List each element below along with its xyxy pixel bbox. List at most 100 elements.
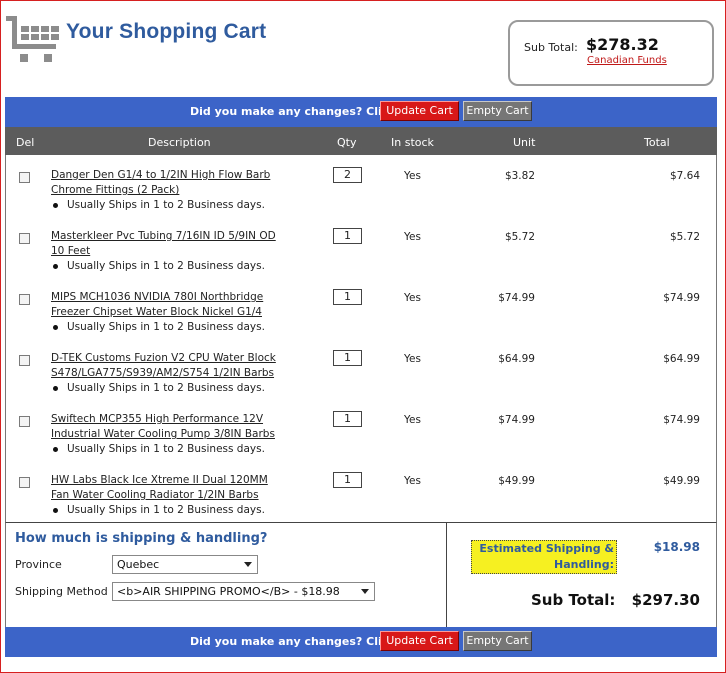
unit-price: $3.82 [504,170,535,182]
quantity-input[interactable]: 1 [333,228,362,244]
empty-cart-button[interactable]: Empty Cart [463,101,532,121]
item-description-link[interactable]: HW Labs Black Ice Xtreme II Dual 120MM Fa… [51,473,306,503]
delete-checkbox[interactable] [19,294,30,305]
table-row: HW Labs Black Ice Xtreme II Dual 120MM Fa… [5,466,717,527]
update-bar-top: Did you make any changes? Click Update C… [5,97,717,127]
bullet-icon [53,263,58,269]
ship-note: Usually Ships in 1 to 2 Business days. [53,382,265,394]
subtotal-value: $278.32 [586,35,659,54]
estimated-shipping-label: Estimated Shipping & Handling: [471,540,617,574]
chevron-down-icon [244,562,252,567]
shipping-method-label: Shipping Method [15,585,108,598]
quantity-input[interactable]: 1 [333,472,362,488]
item-description-link[interactable]: Masterkleer Pvc Tubing 7/16IN ID 5/9IN O… [51,229,306,259]
bullet-icon [53,385,58,391]
unit-price: $74.99 [498,292,535,304]
line-total: $64.99 [663,353,700,365]
ship-note-text: Usually Ships in 1 to 2 Business days. [67,260,265,272]
shipping-title: How much is shipping & handling? [15,531,268,546]
ship-note-text: Usually Ships in 1 to 2 Business days. [67,199,265,211]
table-row: Danger Den G1/4 to 1/2IN High Flow Barb C… [5,161,717,222]
delete-checkbox[interactable] [19,477,30,488]
ship-note-text: Usually Ships in 1 to 2 Business days. [67,321,265,333]
unit-price: $49.99 [498,475,535,487]
section-divider [446,522,447,627]
instock-value: Yes [404,231,421,243]
province-label: Province [15,558,62,571]
update-cart-button[interactable]: Update Cart [380,631,459,651]
table-row: MIPS MCH1036 NVIDIA 780I Northbridge Free… [5,283,717,344]
grand-subtotal-value: $297.30 [631,591,700,609]
empty-cart-button[interactable]: Empty Cart [463,631,532,651]
ship-note-text: Usually Ships in 1 to 2 Business days. [67,382,265,394]
ship-note: Usually Ships in 1 to 2 Business days. [53,321,265,333]
item-description-link[interactable]: Swiftech MCP355 High Performance 12V Indu… [51,412,306,442]
item-description-link[interactable]: Danger Den G1/4 to 1/2IN High Flow Barb C… [51,168,306,198]
item-desc-line1: MIPS MCH1036 NVIDIA 780I Northbridge [51,291,264,303]
item-desc-line2: Fan Water Cooling Radiator 1/2IN Barbs [51,489,259,501]
canadian-funds-link[interactable]: Canadian Funds [587,55,667,66]
delete-checkbox[interactable] [19,172,30,183]
bullet-icon [53,324,58,330]
ship-note: Usually Ships in 1 to 2 Business days. [53,443,265,455]
line-total: $74.99 [663,292,700,304]
item-desc-line1: Danger Den G1/4 to 1/2IN High Flow Barb [51,169,271,181]
update-bar-prompt: Did you make any changes? Click [190,105,396,118]
table-header: Del Description Qty In stock Unit Total [5,127,717,155]
line-total: $49.99 [663,475,700,487]
shipping-method-select[interactable]: <b>AIR SHIPPING PROMO</B> - $18.98 [112,582,375,601]
shopping-cart-icon [6,16,59,62]
bullet-icon [53,446,58,452]
instock-value: Yes [404,292,421,304]
line-total: $74.99 [663,414,700,426]
ship-note: Usually Ships in 1 to 2 Business days. [53,199,265,211]
header-unit: Unit [513,136,536,149]
line-total: $5.72 [669,231,700,243]
table-row: Masterkleer Pvc Tubing 7/16IN ID 5/9IN O… [5,222,717,283]
update-bar-prompt: Did you make any changes? Click [190,635,396,648]
header-description: Description [148,136,211,149]
ship-note-text: Usually Ships in 1 to 2 Business days. [67,443,265,455]
instock-value: Yes [404,414,421,426]
unit-price: $64.99 [498,353,535,365]
subtotal-label: Sub Total: [524,41,578,54]
shipping-method-value: <b>AIR SHIPPING PROMO</B> - $18.98 [117,585,340,598]
estimate-line1: Estimated Shipping & [479,542,614,555]
unit-price: $5.72 [504,231,535,243]
item-description-link[interactable]: D-TEK Customs Fuzion V2 CPU Water Block S… [51,351,306,381]
province-select-value: Quebec [117,558,160,571]
item-desc-line1: HW Labs Black Ice Xtreme II Dual 120MM [51,474,268,486]
grand-subtotal-label: Sub Total: [531,591,616,609]
header-total: Total [644,136,670,149]
item-desc-line2: Industrial Water Cooling Pump 3/8IN Barb… [51,428,275,440]
ship-note: Usually Ships in 1 to 2 Business days. [53,504,265,516]
delete-checkbox[interactable] [19,355,30,366]
update-cart-button[interactable]: Update Cart [380,101,459,121]
item-description-link[interactable]: MIPS MCH1036 NVIDIA 780I Northbridge Free… [51,290,306,320]
delete-checkbox[interactable] [19,416,30,427]
quantity-input[interactable]: 1 [333,411,362,427]
item-desc-line2: Freezer Chipset Water Block Nickel G1/4 [51,306,262,318]
item-desc-line1: Masterkleer Pvc Tubing 7/16IN ID 5/9IN O… [51,230,276,242]
ship-note: Usually Ships in 1 to 2 Business days. [53,260,265,272]
province-select[interactable]: Quebec [112,555,258,574]
chevron-down-icon [361,589,369,594]
quantity-input[interactable]: 2 [333,167,362,183]
estimated-shipping-value: $18.98 [653,540,700,554]
bullet-icon [53,202,58,208]
instock-value: Yes [404,353,421,365]
ship-note-text: Usually Ships in 1 to 2 Business days. [67,504,265,516]
item-desc-line2: S478/LGA775/S939/AM2/S754 1/2IN Barbs [51,367,275,379]
line-total: $7.64 [669,170,700,182]
item-desc-line2: 10 Feet [51,245,91,257]
quantity-input[interactable]: 1 [333,289,362,305]
table-row: D-TEK Customs Fuzion V2 CPU Water Block S… [5,344,717,405]
subtotal-box: Sub Total: $278.32 Canadian Funds [508,20,714,86]
header-instock: In stock [391,136,434,149]
instock-value: Yes [404,475,421,487]
page-title: Your Shopping Cart [66,20,267,43]
quantity-input[interactable]: 1 [333,350,362,366]
item-desc-line1: D-TEK Customs Fuzion V2 CPU Water Block [51,352,276,364]
delete-checkbox[interactable] [19,233,30,244]
header-del: Del [16,136,35,149]
